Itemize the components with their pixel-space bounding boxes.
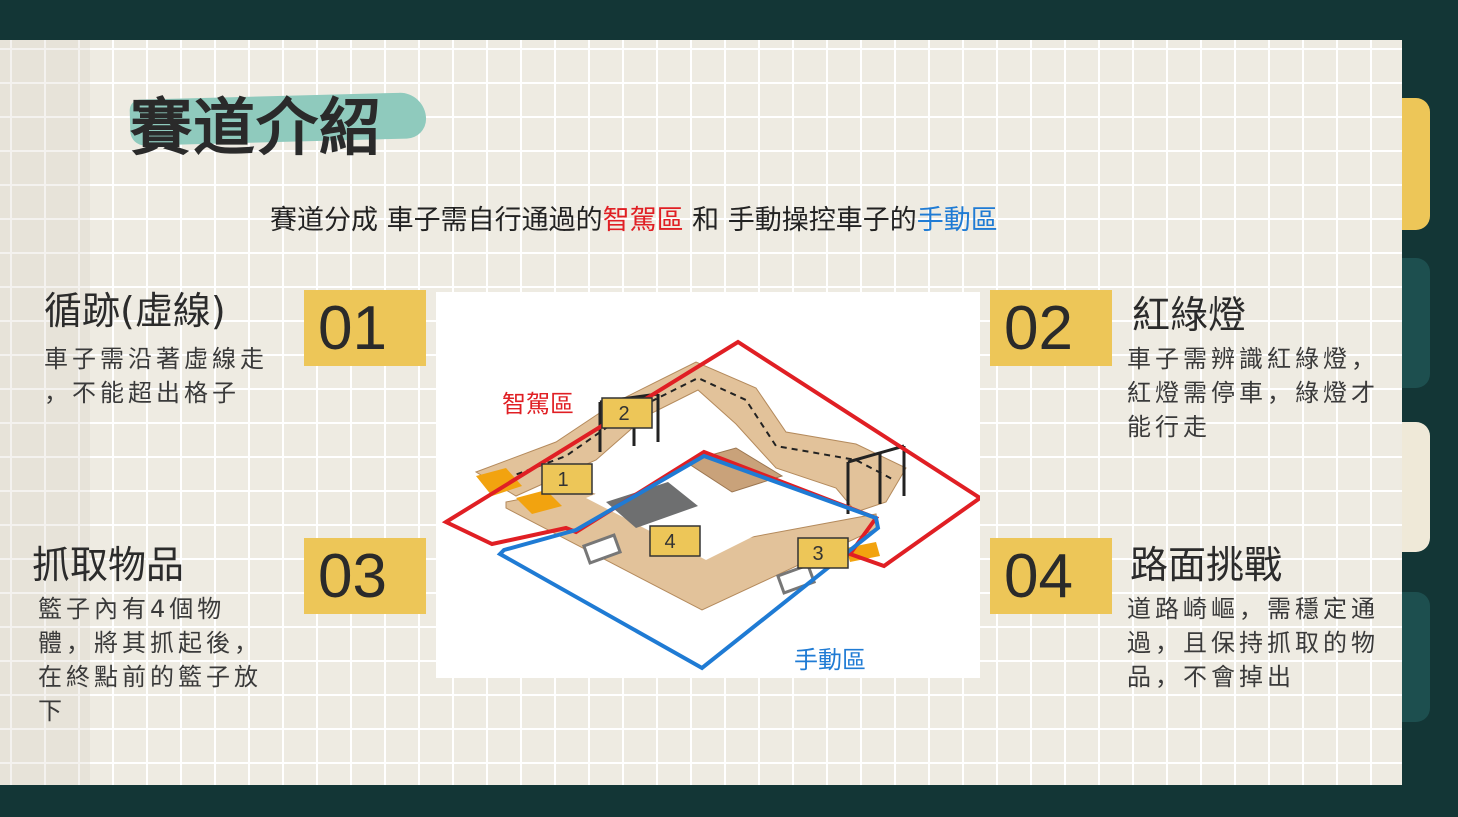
slide-canvas: 賽道介紹 賽道分成 車子需自行通過的智駕區 和 手動操控車子的手動區 循跡(虛線…: [0, 40, 1402, 785]
item-number-02: 02: [990, 290, 1112, 366]
item-desc-01: 車子需沿著虛線走 ，不能超出格子: [44, 345, 268, 407]
item-number-03: 03: [304, 538, 426, 614]
side-tab-yellow: [1402, 98, 1430, 230]
manual-zone-text: 手動區: [916, 205, 998, 236]
item-heading-01: 循跡(虛線): [44, 289, 226, 333]
side-tab-cream: [1402, 422, 1430, 552]
item-desc-02: 車子需辨識紅綠燈，紅燈需停車，綠燈才能行走: [1127, 345, 1379, 441]
track-diagram-svg: 1 2 3 4 智駕區 手動區: [441, 339, 980, 674]
item-number-01: 01: [304, 290, 426, 366]
side-tab-teal: [1402, 258, 1430, 388]
item-desc-03: 籃子內有4個物體，將其抓起後，在終點前的籃子放下: [38, 595, 262, 725]
track-diagram: 1 2 3 4 智駕區 手動區: [436, 292, 980, 678]
marker-4: 4: [649, 525, 701, 557]
item-desc-04: 道路崎嶇，需穩定通過，且保持抓取的物品，不會掉出: [1127, 595, 1379, 691]
svg-text:1: 1: [557, 469, 568, 491]
page-title: 賽道介紹: [130, 91, 383, 164]
svg-text:4: 4: [664, 531, 675, 553]
item-heading-03: 抓取物品: [32, 543, 185, 587]
smart-zone-text: 智駕區: [602, 205, 684, 236]
item-heading-02: 紅綠燈: [1132, 293, 1247, 337]
subtitle-part1: 賽道分成 車子需自行通過的: [270, 205, 603, 236]
manual-zone-label: 手動區: [794, 646, 866, 674]
marker-1: 1: [541, 463, 593, 495]
marker-3: 3: [797, 537, 849, 569]
title-block: 賽道介紹: [129, 91, 427, 172]
item-number-04: 04: [990, 538, 1112, 614]
subtitle-part2: 和 手動操控車子的: [683, 205, 917, 236]
item-heading-04: 路面挑戰: [1130, 543, 1283, 587]
svg-text:3: 3: [812, 543, 823, 565]
side-tab-teal-2: [1402, 592, 1430, 722]
smart-zone-label: 智駕區: [502, 390, 574, 418]
subtitle: 賽道分成 車子需自行通過的智駕區 和 手動操控車子的手動區: [270, 198, 998, 237]
marker-2: 2: [601, 397, 653, 429]
svg-text:2: 2: [618, 403, 629, 425]
